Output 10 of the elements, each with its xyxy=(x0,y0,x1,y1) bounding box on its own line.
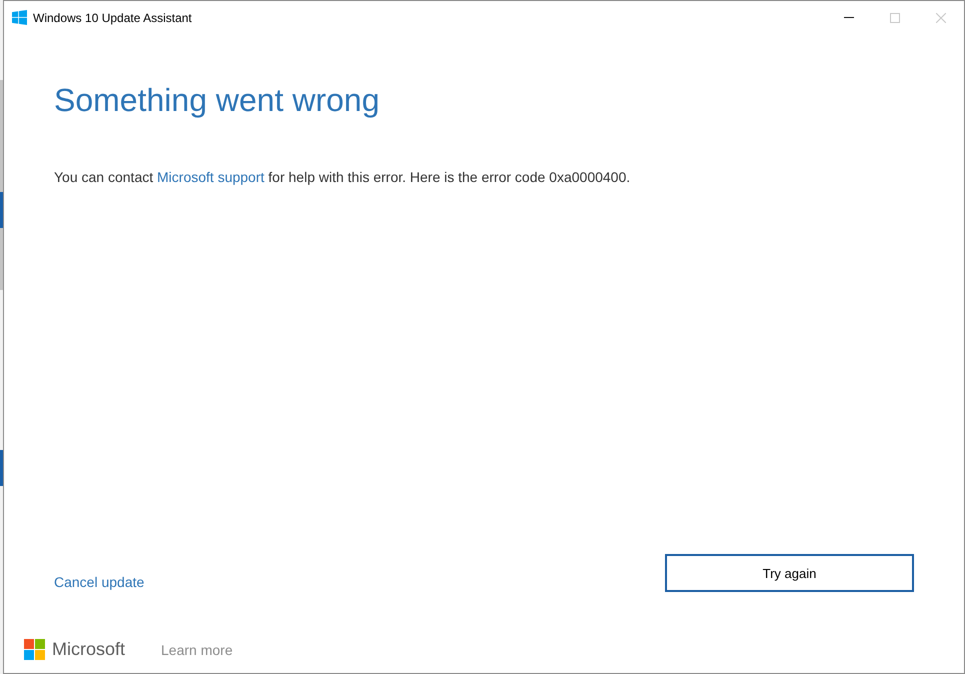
page-heading: Something went wrong xyxy=(54,81,380,119)
error-message: You can contact Microsoft support for help with this error. Here is the error code 0xa0000400. xyxy=(54,168,630,186)
cancel-update-link[interactable]: Cancel update xyxy=(54,573,144,591)
support-link[interactable]: Microsoft support xyxy=(157,169,264,185)
app-logo-icon xyxy=(12,10,27,25)
try-again-button[interactable]: Try again xyxy=(665,554,914,592)
window-title: Windows 10 Update Assistant xyxy=(33,10,192,24)
learn-more-link[interactable]: Learn more xyxy=(161,642,233,658)
four-square-logo-icon xyxy=(24,639,45,660)
brand-name: Microsoft xyxy=(52,639,126,660)
